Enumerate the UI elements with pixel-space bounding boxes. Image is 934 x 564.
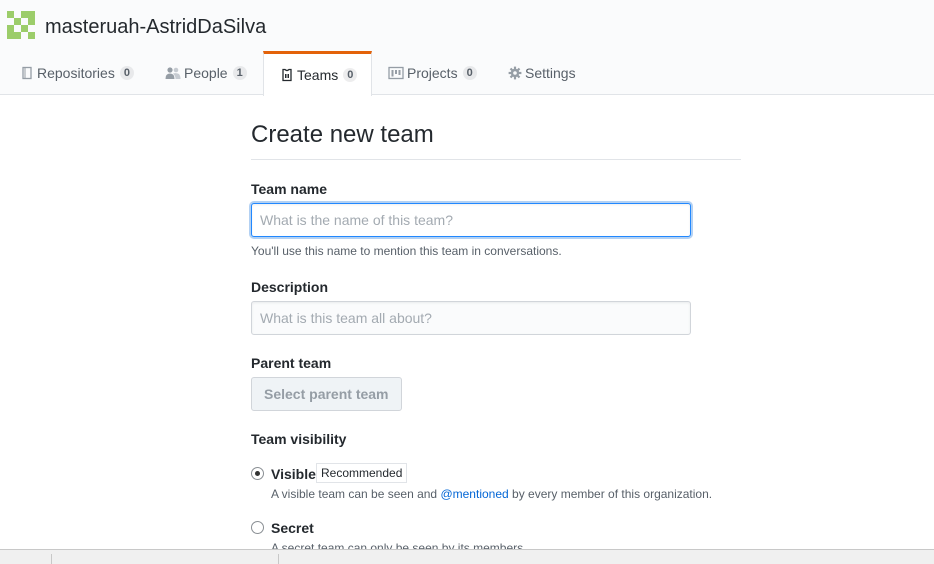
team-name-input[interactable] xyxy=(251,203,691,237)
tab-repositories[interactable]: Repositories 0 xyxy=(12,51,142,95)
tab-projects[interactable]: Projects 0 xyxy=(380,51,485,95)
mentioned-link[interactable]: @mentioned xyxy=(440,487,508,501)
tab-people-label: People xyxy=(184,65,228,81)
tab-projects-label: Projects xyxy=(407,65,458,81)
page-title: Create new team xyxy=(251,121,434,148)
team-visibility-label: Team visibility xyxy=(251,431,347,447)
org-tabs: Repositories 0 People 1 Teams 0 Projects… xyxy=(0,51,934,96)
repo-icon xyxy=(20,66,34,80)
tab-settings-label: Settings xyxy=(525,65,576,81)
project-icon xyxy=(388,66,404,80)
secret-radio-label: Secret xyxy=(271,520,314,536)
visibility-option-visible[interactable]: Visible Recommended A visible team can b… xyxy=(251,463,741,502)
description-input[interactable] xyxy=(251,301,691,335)
tab-teams-counter: 0 xyxy=(343,68,358,82)
visible-description-text: A visible team can be seen and xyxy=(271,487,441,501)
visible-radio[interactable] xyxy=(251,467,264,480)
parent-team-label: Parent team xyxy=(251,355,332,371)
tab-teams[interactable]: Teams 0 xyxy=(263,51,372,96)
visible-description-text-end: by every member of this organization. xyxy=(508,487,713,501)
org-name[interactable]: masteruah-AstridDaSilva xyxy=(45,14,266,40)
jersey-icon xyxy=(280,68,294,82)
bottom-bar-divider xyxy=(278,554,279,564)
tab-people[interactable]: People 1 xyxy=(157,51,255,95)
bottom-bar-divider xyxy=(51,554,52,564)
tab-projects-counter: 0 xyxy=(462,66,477,80)
tab-people-counter: 1 xyxy=(232,66,247,80)
tab-teams-label: Teams xyxy=(297,67,339,83)
bottom-status-bar xyxy=(0,549,934,564)
tab-repositories-label: Repositories xyxy=(37,65,115,81)
visible-radio-label: Visible xyxy=(271,466,316,482)
org-avatar[interactable] xyxy=(7,11,35,39)
team-name-note: You'll use this name to mention this tea… xyxy=(251,244,562,258)
recommended-badge: Recommended xyxy=(316,463,408,483)
org-header: masteruah-AstridDaSilva Repositories 0 P… xyxy=(0,0,934,96)
secret-radio[interactable] xyxy=(251,521,264,534)
tab-settings[interactable]: Settings xyxy=(500,51,584,95)
visible-description: A visible team can be seen and @mentione… xyxy=(271,487,712,501)
title-divider xyxy=(251,159,741,160)
visibility-option-secret[interactable]: Secret A secret team can only be seen by… xyxy=(251,520,741,555)
description-label: Description xyxy=(251,279,329,295)
select-parent-team-button[interactable]: Select parent team xyxy=(251,377,402,411)
tab-repositories-counter: 0 xyxy=(119,66,134,80)
team-name-label: Team name xyxy=(251,181,327,197)
people-icon xyxy=(165,66,181,80)
gear-icon xyxy=(508,66,522,80)
